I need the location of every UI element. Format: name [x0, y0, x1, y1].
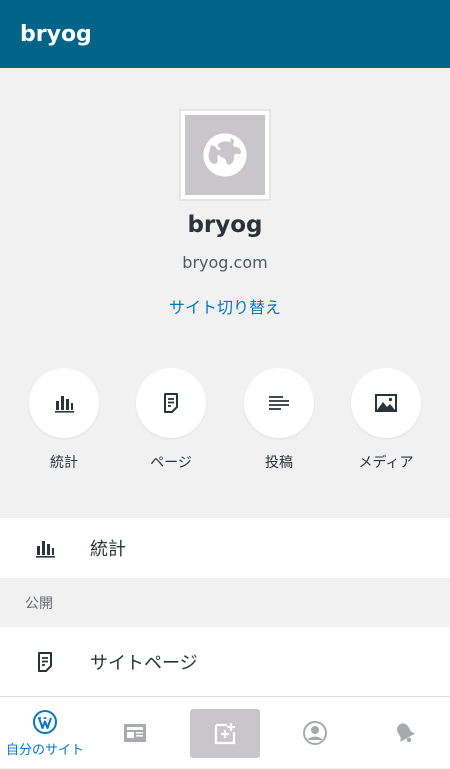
- stats-icon: [0, 536, 90, 560]
- quick-action-media-label: メディア: [358, 455, 414, 471]
- quick-action-pages-label: ページ: [150, 455, 192, 471]
- tab-notifications[interactable]: [360, 697, 450, 769]
- site-icon[interactable]: [179, 109, 271, 201]
- tab-my-site-label: 自分のサイト: [5, 742, 84, 758]
- posts-icon: [269, 396, 289, 410]
- bottom-nav: 自分のサイト: [0, 696, 450, 768]
- tab-me[interactable]: [270, 697, 360, 769]
- stats-icon: [55, 396, 74, 413]
- app-bar-title: bryog: [20, 21, 92, 47]
- quick-action-posts[interactable]: 投稿: [234, 368, 324, 472]
- menu-item-site-pages-label: サイトページ: [90, 652, 198, 674]
- quick-action-pages[interactable]: ページ: [126, 368, 216, 472]
- quick-action-stats-circle[interactable]: [29, 368, 99, 438]
- tab-reader[interactable]: [90, 697, 180, 769]
- site-url[interactable]: bryog.com: [0, 253, 450, 272]
- new-post-button[interactable]: [190, 709, 260, 758]
- quick-action-stats[interactable]: 統計: [19, 368, 109, 472]
- reader-icon: [124, 724, 146, 742]
- menu-item-site-pages[interactable]: サイトページ: [0, 627, 450, 696]
- media-icon: [375, 394, 397, 412]
- quick-action-media[interactable]: メディア: [341, 368, 431, 472]
- page-icon: [0, 650, 90, 674]
- quick-action-stats-label: 統計: [50, 455, 78, 471]
- tab-my-site[interactable]: 自分のサイト: [0, 697, 90, 769]
- quick-action-posts-label: 投稿: [265, 455, 293, 471]
- menu-item-stats-label: 統計: [90, 539, 126, 560]
- wordpress-icon: [33, 709, 57, 734]
- site-name: bryog: [187, 212, 263, 238]
- quick-action-pages-circle[interactable]: [136, 368, 206, 438]
- new-post-icon: [214, 722, 236, 744]
- quick-action-media-circle[interactable]: [351, 368, 421, 438]
- notifications-icon: [397, 723, 416, 743]
- app-bar: bryog: [0, 0, 450, 68]
- site-header: bryog bryog.com サイト切り替え 統計 ページ 投稿 メディア: [0, 68, 450, 518]
- profile-icon: [303, 721, 327, 745]
- page-icon: [164, 393, 178, 413]
- globe-icon: [203, 133, 247, 177]
- menu-item-stats[interactable]: 統計: [0, 518, 450, 578]
- quick-action-posts-circle[interactable]: [244, 368, 314, 438]
- section-header-publish: 公開: [25, 595, 53, 612]
- switch-site-link[interactable]: サイト切り替え: [0, 294, 450, 318]
